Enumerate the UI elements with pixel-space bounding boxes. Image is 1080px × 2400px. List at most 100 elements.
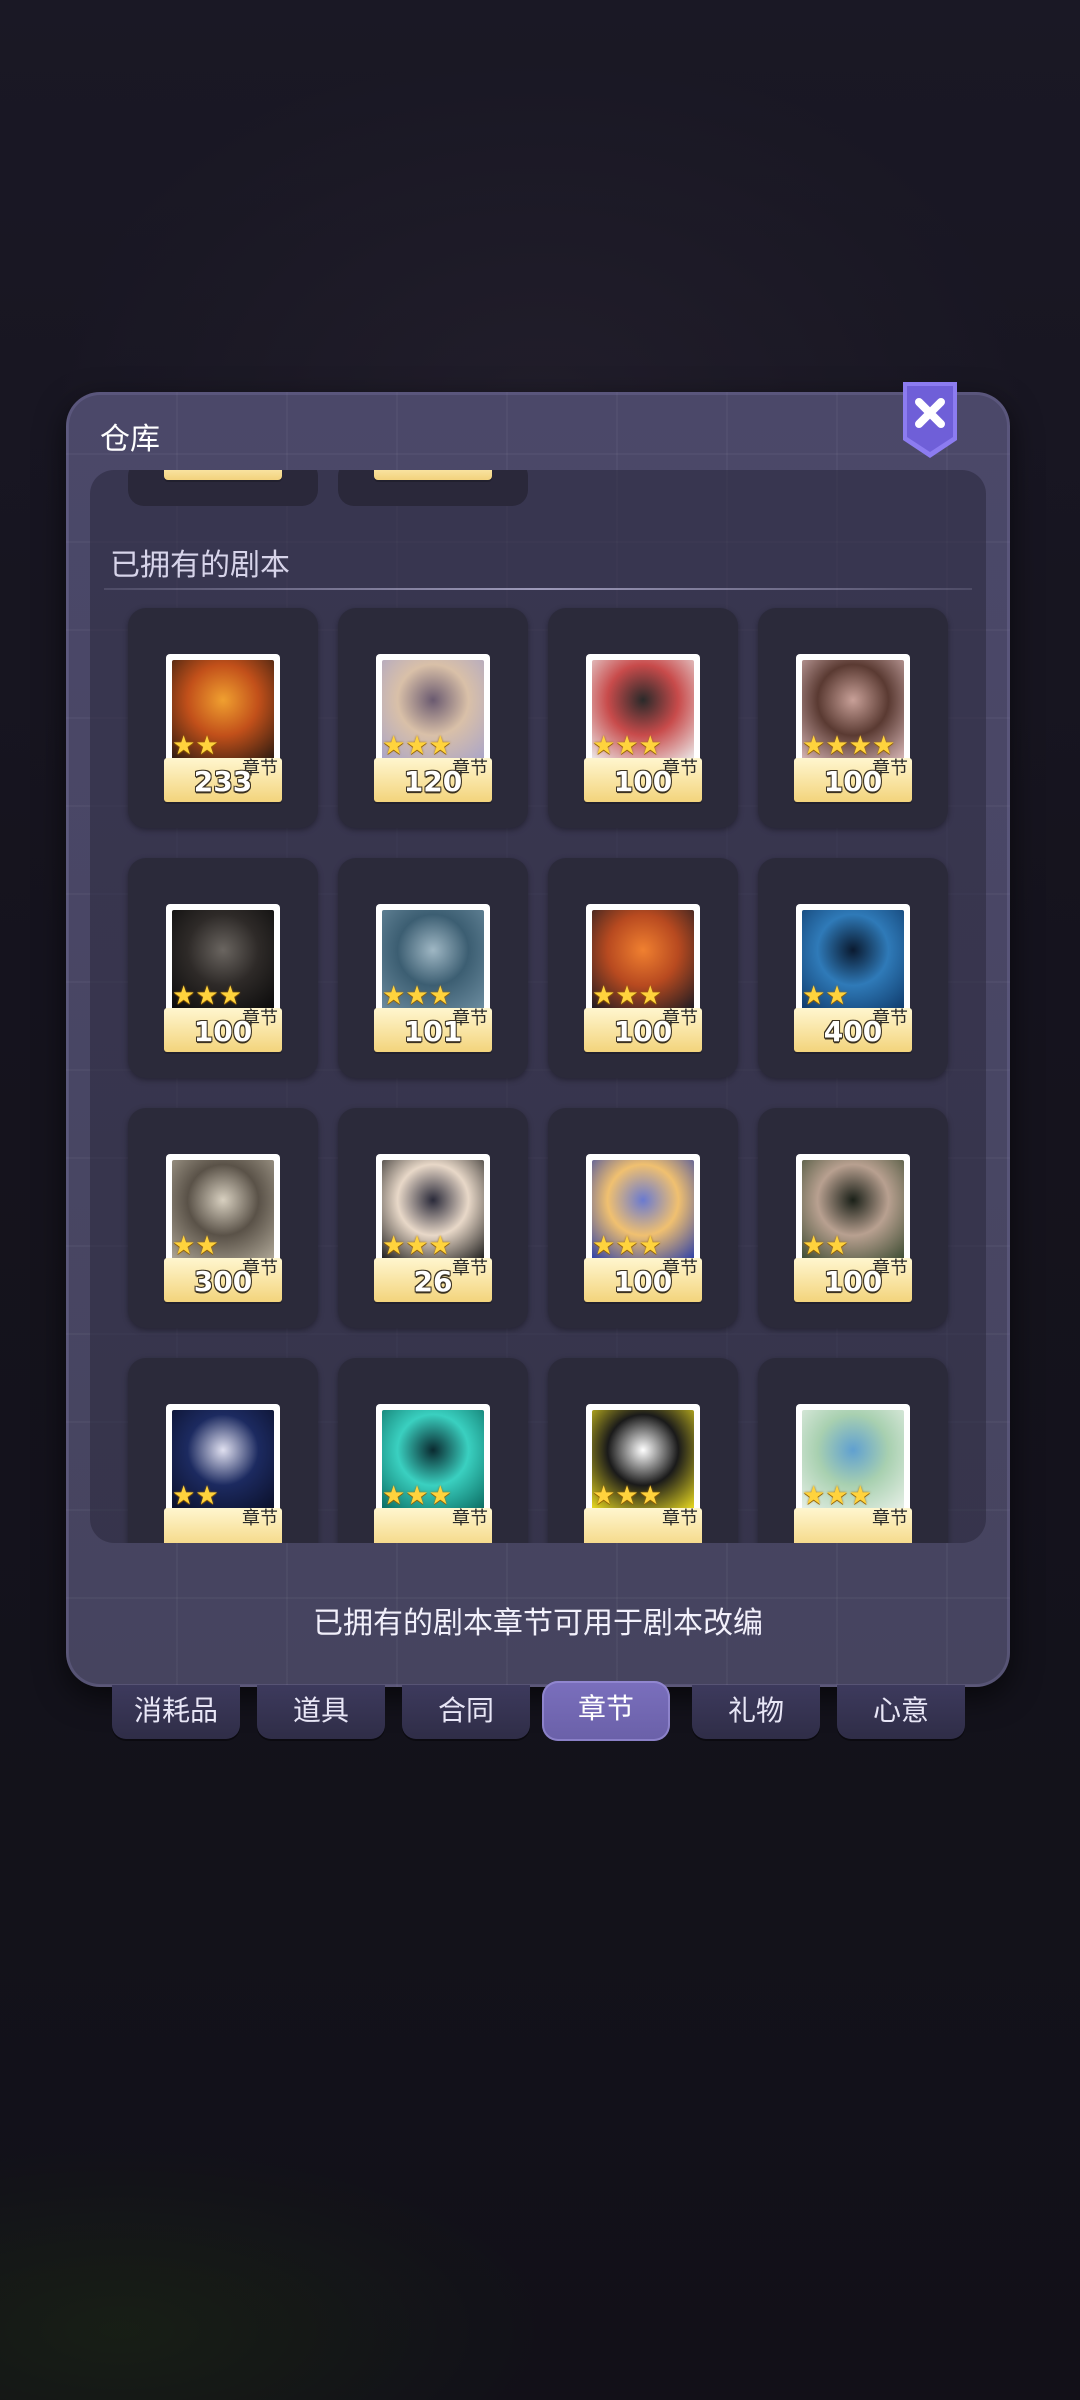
star-icon: ★ xyxy=(195,1481,219,1511)
star-icon: ★ xyxy=(871,731,896,761)
category-tabs: 消耗品 道具 合同 章节 礼物 心意 xyxy=(112,1681,968,1743)
count-plate: 章节 100 xyxy=(794,758,912,802)
tab-4[interactable]: 礼物 xyxy=(692,1685,820,1739)
star-rating: ★ ★ xyxy=(802,1233,849,1259)
chapter-tag: 章节 xyxy=(662,1508,698,1529)
script-card[interactable]: 章节 101 ★ ★ ★ xyxy=(338,858,528,1078)
chapter-count: 26 xyxy=(413,1265,453,1298)
script-card[interactable]: 章节 100 ★ ★ ★ ★ xyxy=(758,608,948,828)
star-rating: ★ ★ ★ xyxy=(592,983,662,1009)
script-card[interactable]: 章节 ★ ★ ★ xyxy=(758,1358,948,1543)
chapter-count: 100 xyxy=(613,1015,673,1048)
star-icon: ★ xyxy=(592,731,616,761)
close-icon xyxy=(903,382,957,458)
star-icon: ★ xyxy=(825,1481,849,1511)
script-card[interactable]: 章节 ★ ★ ★ xyxy=(338,1358,528,1543)
star-icon: ★ xyxy=(592,981,616,1011)
star-rating: ★ ★ ★ xyxy=(382,1483,452,1509)
script-card[interactable]: 章节 100 ★ ★ ★ xyxy=(128,858,318,1078)
star-rating: ★ ★ ★ xyxy=(802,1483,872,1509)
star-icon: ★ xyxy=(405,731,429,761)
footer-note: 已拥有的剧本章节可用于剧本改编 xyxy=(313,1606,763,1641)
script-card[interactable]: 章节 100 ★ ★ xyxy=(758,1108,948,1328)
star-icon: ★ xyxy=(428,981,452,1011)
count-plate: 章节 xyxy=(164,1508,282,1543)
star-icon: ★ xyxy=(428,1481,452,1511)
partial-card[interactable] xyxy=(128,470,318,506)
star-icon: ★ xyxy=(428,731,452,761)
count-plate: 章节 400 xyxy=(794,1008,912,1052)
star-rating: ★ ★ ★ xyxy=(592,1233,662,1259)
star-icon: ★ xyxy=(638,1481,662,1511)
star-icon: ★ xyxy=(592,1481,616,1511)
star-icon: ★ xyxy=(802,981,826,1011)
star-icon: ★ xyxy=(195,981,219,1011)
script-card[interactable]: 章节 100 ★ ★ ★ xyxy=(548,858,738,1078)
script-grid: 章节 233 ★ ★ 章节 120 ★ ★ ★ 章节 100 ★ ★ ★ 章节 100 ★ ★ ★ ★ 章节 100 ★ ★ ★… xyxy=(128,608,948,1543)
chapter-count: 120 xyxy=(403,765,463,798)
star-icon: ★ xyxy=(825,1231,849,1261)
script-card[interactable]: 章节 ★ ★ xyxy=(128,1358,318,1543)
star-icon: ★ xyxy=(802,731,826,761)
star-icon: ★ xyxy=(848,1481,872,1511)
count-plate: 章节 100 xyxy=(164,1008,282,1052)
chapter-count: 233 xyxy=(193,765,253,798)
section-divider xyxy=(104,588,972,590)
star-icon: ★ xyxy=(405,1481,429,1511)
star-icon: ★ xyxy=(172,1231,196,1261)
star-rating: ★ ★ ★ xyxy=(592,733,662,759)
count-plate: 章节 300 xyxy=(164,1258,282,1302)
tab-5[interactable]: 心意 xyxy=(837,1685,965,1739)
star-rating: ★ ★ ★ xyxy=(382,733,452,759)
count-plate: 章节 233 xyxy=(164,758,282,802)
chapter-count: 100 xyxy=(823,1265,883,1298)
star-icon: ★ xyxy=(382,981,406,1011)
star-rating: ★ ★ ★ ★ xyxy=(802,733,895,759)
script-card[interactable]: 章节 100 ★ ★ ★ xyxy=(548,1108,738,1328)
chapter-count: 300 xyxy=(193,1265,253,1298)
tab-1[interactable]: 道具 xyxy=(257,1685,385,1739)
close-button[interactable] xyxy=(901,382,959,458)
star-rating: ★ ★ xyxy=(172,733,219,759)
count-plate: 章节 100 xyxy=(584,1008,702,1052)
section-title: 已拥有的剧本 xyxy=(110,548,290,583)
tab-3[interactable]: 章节 xyxy=(542,1681,670,1741)
star-rating: ★ ★ xyxy=(172,1233,219,1259)
chapter-count: 100 xyxy=(613,765,673,798)
script-card[interactable]: 章节 100 ★ ★ ★ xyxy=(548,608,738,828)
chapter-tag: 章节 xyxy=(872,1508,908,1529)
script-card[interactable]: 章节 120 ★ ★ ★ xyxy=(338,608,528,828)
star-icon: ★ xyxy=(195,1231,219,1261)
count-plate: 章节 xyxy=(584,1508,702,1543)
star-rating: ★ ★ ★ xyxy=(172,983,242,1009)
partial-card[interactable] xyxy=(338,470,528,506)
panel-title: 仓库 xyxy=(100,422,160,457)
count-plate: 章节 120 xyxy=(374,758,492,802)
chapter-tag: 章节 xyxy=(452,1508,488,1529)
star-icon: ★ xyxy=(825,731,849,761)
chapter-count: 101 xyxy=(403,1015,463,1048)
star-icon: ★ xyxy=(172,731,196,761)
tab-0[interactable]: 消耗品 xyxy=(112,1685,240,1739)
script-card[interactable]: 章节 26 ★ ★ ★ xyxy=(338,1108,528,1328)
star-icon: ★ xyxy=(218,981,242,1011)
script-card[interactable]: 章节 ★ ★ ★ xyxy=(548,1358,738,1543)
script-card[interactable]: 章节 233 ★ ★ xyxy=(128,608,318,828)
star-icon: ★ xyxy=(172,1481,196,1511)
count-plate: 章节 100 xyxy=(584,758,702,802)
star-icon: ★ xyxy=(592,1231,616,1261)
star-icon: ★ xyxy=(615,981,639,1011)
star-icon: ★ xyxy=(382,1231,406,1261)
script-card[interactable]: 章节 300 ★ ★ xyxy=(128,1108,318,1328)
star-icon: ★ xyxy=(382,731,406,761)
star-rating: ★ ★ ★ xyxy=(382,1233,452,1259)
tab-2[interactable]: 合同 xyxy=(402,1685,530,1739)
star-rating: ★ ★ ★ xyxy=(592,1483,662,1509)
star-icon: ★ xyxy=(405,1231,429,1261)
scroll-area[interactable]: 已拥有的剧本 章节 233 ★ ★ 章节 120 ★ ★ ★ 章节 100 ★ ★ ★ 章节 100 ★ ★ ★ ★ 章… xyxy=(90,470,986,1543)
star-icon: ★ xyxy=(638,731,662,761)
star-icon: ★ xyxy=(195,731,219,761)
star-icon: ★ xyxy=(825,981,849,1011)
count-plate: 章节 xyxy=(374,1508,492,1543)
script-card[interactable]: 章节 400 ★ ★ xyxy=(758,858,948,1078)
